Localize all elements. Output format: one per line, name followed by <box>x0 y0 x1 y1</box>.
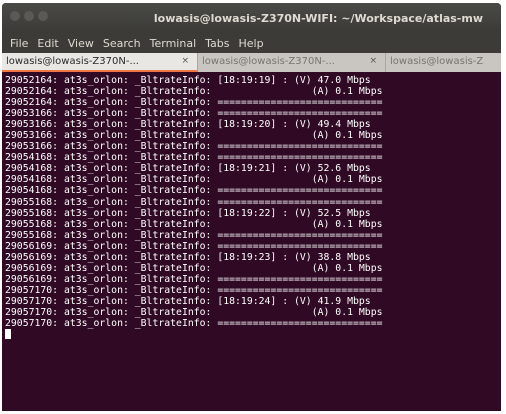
terminal-line: 29057170: at3s_orlon: _BltrateInfo: ====… <box>5 318 383 330</box>
cursor-line <box>5 329 501 340</box>
terminal-line: 29052164: at3s_orlon: _BltrateInfo: ====… <box>5 97 383 109</box>
menu-edit[interactable]: Edit <box>37 37 58 50</box>
close-tab-icon[interactable]: × <box>181 56 189 66</box>
terminal-line: 29054168: at3s_orlon: _BltrateInfo: (A) … <box>5 174 383 186</box>
terminal-line: 29054168: at3s_orlon: _BltrateInfo: ====… <box>5 152 383 164</box>
terminal-line: 29056169: at3s_orlon: _BltrateInfo: (A) … <box>5 262 383 274</box>
terminal-line: 29056169: at3s_orlon: _BltrateInfo: ====… <box>5 273 383 285</box>
window-controls <box>10 11 48 21</box>
terminal-line: 29052164: at3s_orlon: _BltrateInfo: (A) … <box>5 86 383 98</box>
menu-search[interactable]: Search <box>103 37 141 50</box>
close-window-icon[interactable] <box>10 11 20 21</box>
tab-3[interactable]: lowasis@lowasis-Z <box>386 53 501 72</box>
window-title: lowasis@lowasis-Z370N-WIFI: ~/Workspace/… <box>153 12 483 25</box>
menu-view[interactable]: View <box>68 37 94 50</box>
menu-tabs[interactable]: Tabs <box>205 37 229 50</box>
menu-bar: File Edit View Search Terminal Tabs Help <box>2 33 501 53</box>
menu-terminal[interactable]: Terminal <box>150 37 197 50</box>
menu-help[interactable]: Help <box>239 37 264 50</box>
terminal-line: 29055168: at3s_orlon: _BltrateInfo: ====… <box>5 196 383 208</box>
terminal-line: 29056169: at3s_orlon: _BltrateInfo: ====… <box>5 240 383 252</box>
terminal-line: 29057170: at3s_orlon: _BltrateInfo: [18:… <box>5 295 371 307</box>
terminal-line: 29057170: at3s_orlon: _BltrateInfo: ====… <box>5 284 383 296</box>
minimize-window-icon[interactable] <box>24 11 34 21</box>
terminal-line: 29055168: at3s_orlon: _BltrateInfo: (A) … <box>5 218 383 230</box>
tab-bar: lowasis@lowasis-Z370N-... × lowasis@lowa… <box>2 53 501 72</box>
tab-1[interactable]: lowasis@lowasis-Z370N-... × <box>2 53 198 72</box>
close-tab-icon[interactable]: × <box>369 56 377 66</box>
terminal-line: 29053166: at3s_orlon: _BltrateInfo: ====… <box>5 141 383 153</box>
tab-2[interactable]: lowasis@lowasis-Z370N-... × <box>198 53 386 72</box>
terminal-line: 29053166: at3s_orlon: _BltrateInfo: ====… <box>5 108 383 120</box>
terminal-line: 29055168: at3s_orlon: _BltrateInfo: [18:… <box>5 207 371 219</box>
terminal-window: lowasis@lowasis-Z370N-WIFI: ~/Workspace/… <box>2 3 501 411</box>
tab-label: lowasis@lowasis-Z370N-... <box>202 56 335 67</box>
terminal-line: 29054168: at3s_orlon: _BltrateInfo: ====… <box>5 185 383 197</box>
terminal-line: 29053166: at3s_orlon: _BltrateInfo: [18:… <box>5 119 371 131</box>
terminal-line: 29057170: at3s_orlon: _BltrateInfo: (A) … <box>5 306 383 318</box>
terminal-line: 29054168: at3s_orlon: _BltrateInfo: [18:… <box>5 163 371 175</box>
terminal-line: 29055168: at3s_orlon: _BltrateInfo: ====… <box>5 229 383 241</box>
title-bar[interactable]: lowasis@lowasis-Z370N-WIFI: ~/Workspace/… <box>2 3 501 33</box>
menu-file[interactable]: File <box>10 37 28 50</box>
tab-label: lowasis@lowasis-Z <box>390 56 484 67</box>
maximize-window-icon[interactable] <box>38 11 48 21</box>
terminal-cursor <box>5 329 11 340</box>
tab-label: lowasis@lowasis-Z370N-... <box>6 56 139 67</box>
terminal-line: 29052164: at3s_orlon: _BltrateInfo: [18:… <box>5 75 371 86</box>
terminal-output[interactable]: 29052164: at3s_orlon: _BltrateInfo: [18:… <box>2 73 501 411</box>
terminal-line: 29056169: at3s_orlon: _BltrateInfo: [18:… <box>5 251 371 263</box>
terminal-line: 29053166: at3s_orlon: _BltrateInfo: (A) … <box>5 130 383 142</box>
